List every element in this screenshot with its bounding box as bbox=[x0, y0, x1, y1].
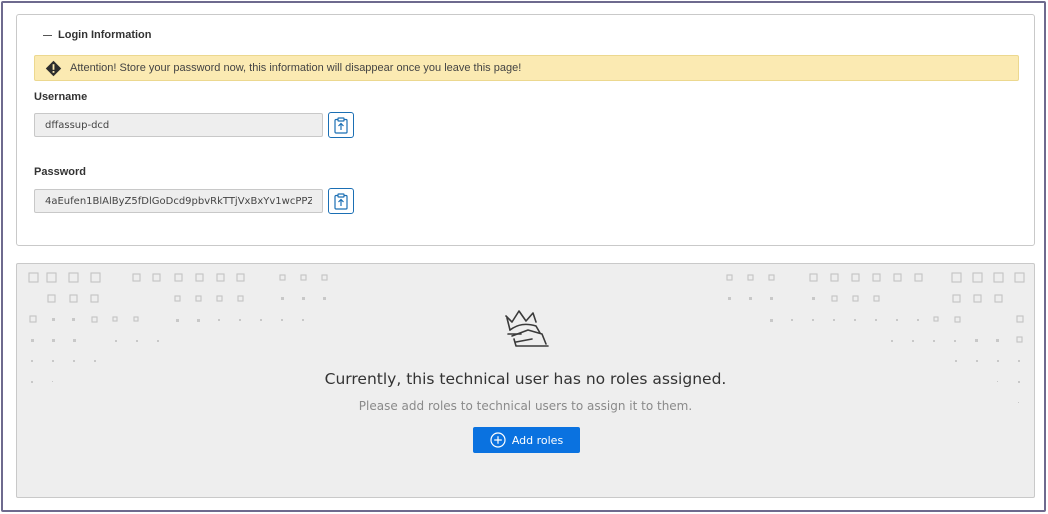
alert-text: Attention! Store your password now, this… bbox=[70, 62, 522, 74]
plus-circle-icon bbox=[490, 432, 506, 448]
collapse-icon bbox=[43, 34, 52, 36]
clipboard-copy-icon bbox=[334, 192, 348, 210]
username-label: Username bbox=[34, 91, 88, 103]
copy-username-button[interactable] bbox=[328, 112, 354, 138]
warning-icon bbox=[45, 60, 62, 77]
empty-state-title: Currently, this technical user has no ro… bbox=[324, 370, 727, 388]
username-field[interactable] bbox=[34, 113, 323, 137]
password-label: Password bbox=[34, 166, 86, 178]
section-title: Login Information bbox=[58, 29, 152, 41]
add-roles-button[interactable]: Add roles bbox=[473, 427, 580, 453]
login-information-toggle[interactable]: Login Information bbox=[43, 29, 151, 41]
copy-password-button[interactable] bbox=[328, 188, 354, 214]
password-field[interactable] bbox=[34, 189, 323, 213]
login-information-panel: Login Information Attention! Store your … bbox=[16, 14, 1035, 246]
clipboard-copy-icon bbox=[334, 116, 348, 134]
roles-empty-state-panel: Currently, this technical user has no ro… bbox=[16, 263, 1035, 498]
empty-state-subtitle: Please add roles to technical users to a… bbox=[358, 399, 693, 413]
warning-alert: Attention! Store your password now, this… bbox=[34, 55, 1019, 81]
crown-illustration-icon bbox=[505, 310, 549, 347]
page-frame: Login Information Attention! Store your … bbox=[1, 1, 1046, 512]
add-roles-label: Add roles bbox=[511, 433, 564, 447]
